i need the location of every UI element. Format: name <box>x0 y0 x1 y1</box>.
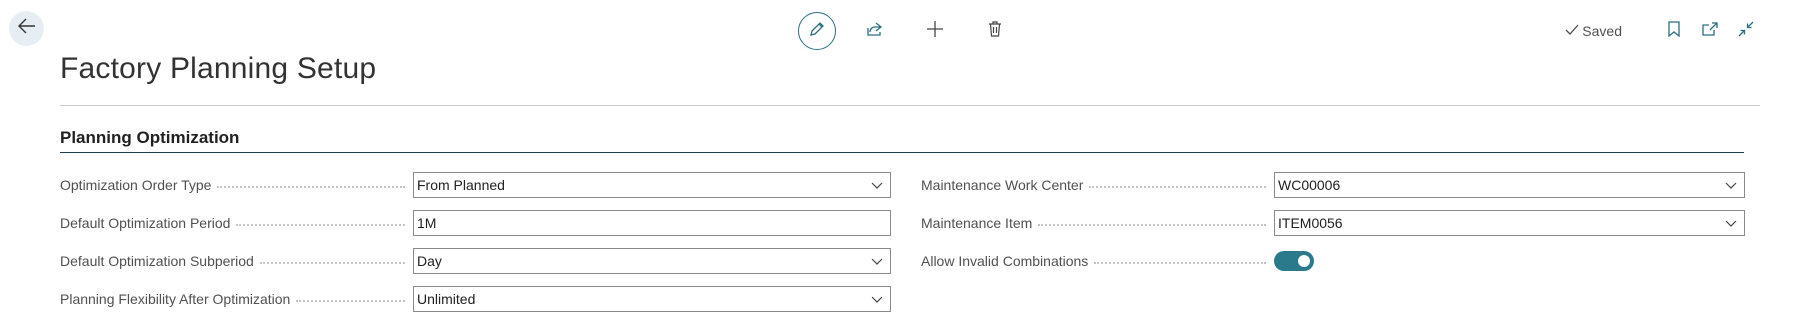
bookmark-icon <box>1668 20 1680 42</box>
trash-icon <box>988 20 1002 42</box>
chevron-down-icon <box>864 173 890 197</box>
checkmark-icon <box>1565 23 1582 39</box>
chevron-down-icon <box>864 249 890 273</box>
field-label: Default Optimization Subperiod <box>60 253 413 269</box>
field-allow-invalid-combinations: Allow Invalid Combinations <box>921 247 1745 275</box>
open-new-window-icon <box>1702 21 1718 41</box>
maintenance-item-dropdown[interactable]: ITEM0056 <box>1274 210 1745 236</box>
chevron-down-icon <box>1718 211 1744 235</box>
default-optimization-period-input[interactable]: 1M <box>413 210 891 236</box>
delete-button[interactable] <box>976 12 1014 50</box>
section-divider <box>60 152 1744 153</box>
field-label: Optimization Order Type <box>60 177 413 193</box>
pencil-icon <box>808 20 826 43</box>
toggle-knob <box>1298 255 1310 267</box>
default-optimization-subperiod-dropdown[interactable]: Day <box>413 248 891 274</box>
back-button[interactable] <box>9 11 44 46</box>
new-button[interactable] <box>916 12 954 50</box>
field-maintenance-item: Maintenance Item ITEM0056 <box>921 209 1745 237</box>
share-button[interactable] <box>856 12 894 50</box>
open-new-window-button[interactable] <box>1692 14 1728 48</box>
collapse-button[interactable] <box>1728 14 1764 48</box>
field-label: Default Optimization Period <box>60 215 413 231</box>
field-label: Maintenance Work Center <box>921 177 1274 193</box>
saved-label: Saved <box>1582 23 1622 39</box>
title-divider <box>60 105 1760 106</box>
bookmark-button[interactable] <box>1656 14 1692 48</box>
field-default-optimization-subperiod: Default Optimization Subperiod Day <box>60 247 891 275</box>
share-icon <box>866 21 884 42</box>
page-toolbar: Saved <box>1565 14 1764 48</box>
field-optimization-order-type: Optimization Order Type From Planned <box>60 171 891 199</box>
arrow-left-icon <box>17 18 36 39</box>
chevron-down-icon <box>864 287 890 311</box>
field-label: Planning Flexibility After Optimization <box>60 291 413 307</box>
maintenance-work-center-dropdown[interactable]: WC00006 <box>1274 172 1745 198</box>
allow-invalid-combinations-toggle[interactable] <box>1274 251 1314 271</box>
field-label: Maintenance Item <box>921 215 1274 231</box>
plus-icon <box>926 20 944 43</box>
edit-button[interactable] <box>798 12 836 50</box>
field-planning-flexibility: Planning Flexibility After Optimization … <box>60 285 891 313</box>
saved-status: Saved <box>1565 23 1622 39</box>
section-title[interactable]: Planning Optimization <box>60 128 239 148</box>
action-toolbar <box>798 12 1014 50</box>
collapse-icon <box>1738 21 1754 42</box>
field-maintenance-work-center: Maintenance Work Center WC00006 <box>921 171 1745 199</box>
field-default-optimization-period: Default Optimization Period 1M <box>60 209 891 237</box>
chevron-down-icon <box>1718 173 1744 197</box>
planning-flexibility-dropdown[interactable]: Unlimited <box>413 286 891 312</box>
page-title: Factory Planning Setup <box>60 52 377 85</box>
optimization-order-type-dropdown[interactable]: From Planned <box>413 172 891 198</box>
field-label: Allow Invalid Combinations <box>921 253 1274 269</box>
